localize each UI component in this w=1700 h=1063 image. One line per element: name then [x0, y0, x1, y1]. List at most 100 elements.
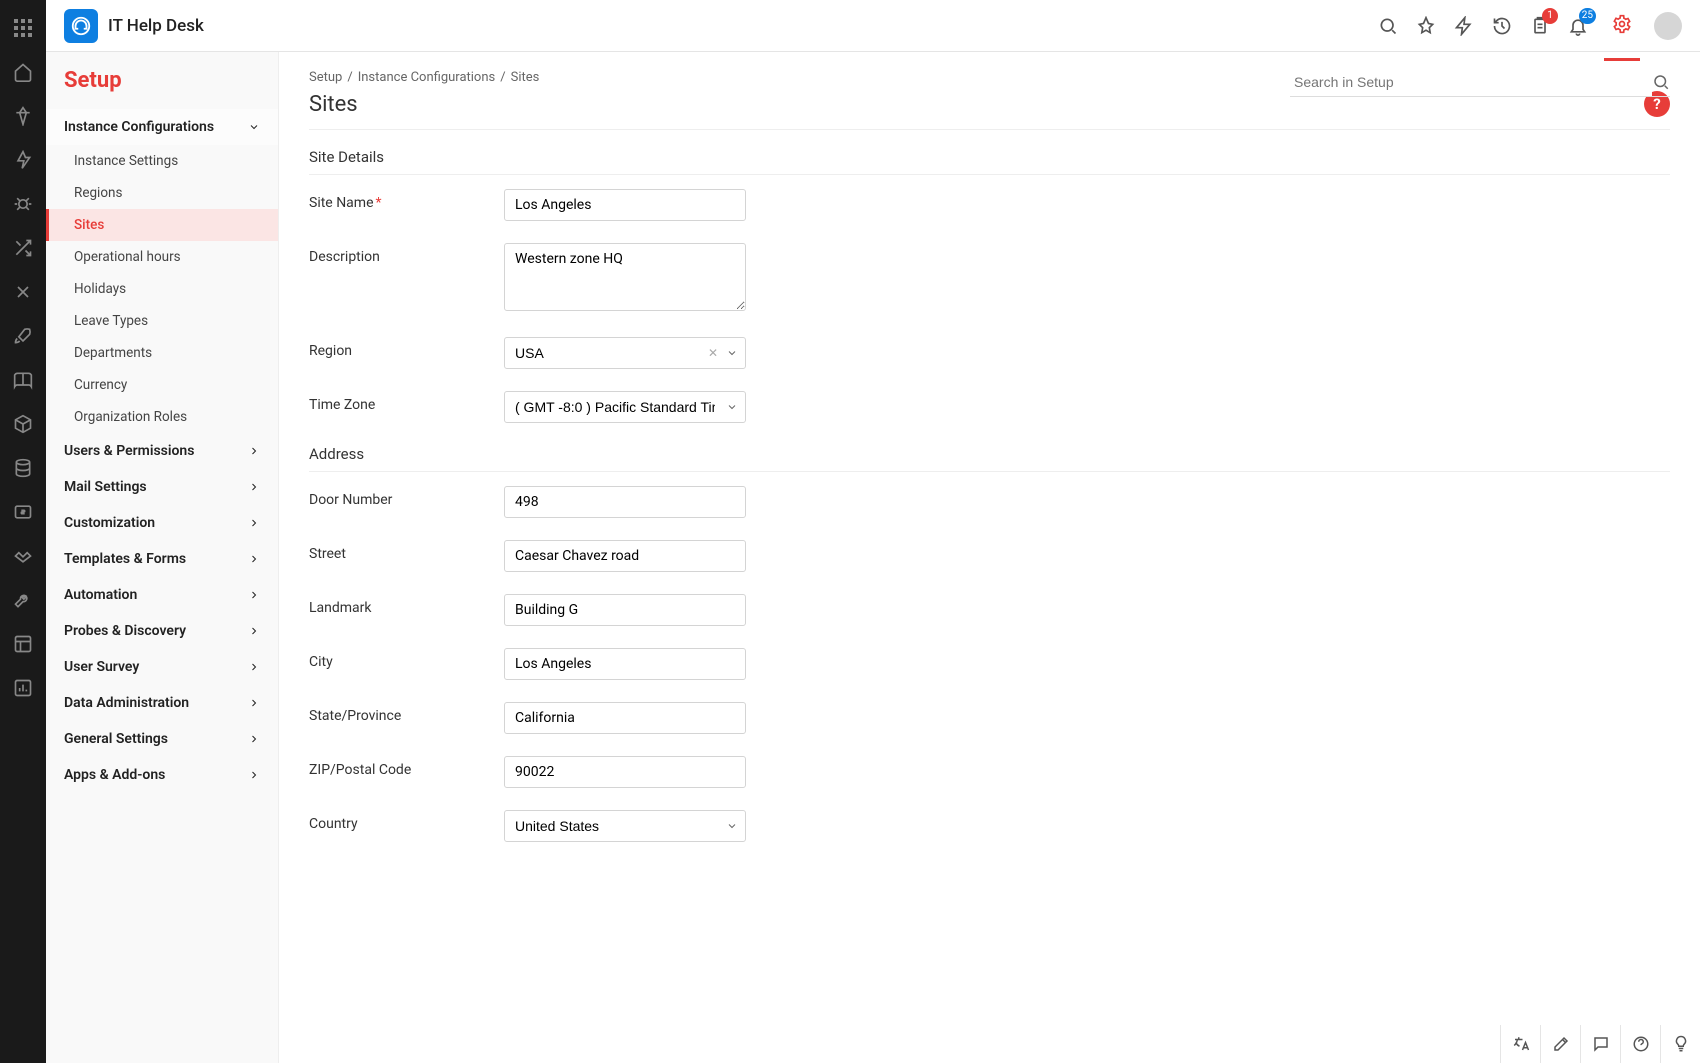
bulb-icon[interactable] — [1660, 1025, 1700, 1063]
tools-icon[interactable] — [12, 281, 34, 303]
sidebar-item-organization-roles[interactable]: Organization Roles — [46, 401, 278, 433]
database-icon[interactable] — [12, 457, 34, 479]
rocket-icon[interactable] — [12, 325, 34, 347]
zip-input[interactable] — [504, 756, 746, 788]
site-name-input[interactable] — [504, 189, 746, 221]
wrench-icon[interactable] — [12, 589, 34, 611]
sidebar-title: Setup — [46, 52, 278, 109]
nav-section-automation[interactable]: Automation — [46, 577, 278, 613]
bug-icon[interactable] — [12, 193, 34, 215]
layout-icon[interactable] — [12, 633, 34, 655]
label-landmark: Landmark — [309, 594, 504, 616]
nav-section-general-settings[interactable]: General Settings — [46, 721, 278, 757]
content-area: Setup / Instance Configurations / Sites … — [279, 52, 1700, 1063]
description-input[interactable] — [504, 243, 746, 311]
history-icon[interactable] — [1490, 14, 1514, 38]
nav-section-customization[interactable]: Customization — [46, 505, 278, 541]
label-description: Description — [309, 243, 504, 265]
setup-sidebar: Setup Instance Configurations Instance S… — [46, 52, 279, 1063]
street-input[interactable] — [504, 540, 746, 572]
section-site-details: Site Details — [309, 148, 1670, 166]
bolt-icon[interactable] — [1452, 14, 1476, 38]
sidebar-item-leave-types[interactable]: Leave Types — [46, 305, 278, 337]
book-icon[interactable] — [12, 369, 34, 391]
pin-top-icon[interactable] — [1414, 14, 1438, 38]
breadcrumb-instance-configurations[interactable]: Instance Configurations — [358, 70, 496, 85]
pin-icon[interactable] — [12, 149, 34, 171]
dollar-icon[interactable] — [12, 501, 34, 523]
bell-badge: 25 — [1579, 8, 1596, 24]
sidebar-item-sites[interactable]: Sites — [46, 209, 278, 241]
handshake-icon[interactable] — [12, 545, 34, 567]
edit-icon[interactable] — [1540, 1025, 1580, 1063]
clear-icon[interactable]: ✕ — [708, 346, 718, 360]
sidebar-item-instance-settings[interactable]: Instance Settings — [46, 145, 278, 177]
setup-search[interactable] — [1290, 68, 1670, 97]
state-input[interactable] — [504, 702, 746, 734]
clipboard-badge: 1 — [1542, 8, 1558, 24]
chevron-right-icon — [248, 589, 260, 601]
landmark-input[interactable] — [504, 594, 746, 626]
label-timezone: Time Zone — [309, 391, 504, 413]
chevron-right-icon — [248, 733, 260, 745]
nav-section-label: Automation — [64, 587, 137, 603]
language-icon[interactable] — [1500, 1025, 1540, 1063]
label-door: Door Number — [309, 486, 504, 508]
nav-section-data-administration[interactable]: Data Administration — [46, 685, 278, 721]
nav-section-label: User Survey — [64, 659, 139, 675]
cube-icon[interactable] — [12, 413, 34, 435]
sidebar-item-holidays[interactable]: Holidays — [46, 273, 278, 305]
sidebar-item-operational-hours[interactable]: Operational hours — [46, 241, 278, 273]
nav-section-probes-discovery[interactable]: Probes & Discovery — [46, 613, 278, 649]
chart-icon[interactable] — [12, 677, 34, 699]
chevron-right-icon — [248, 517, 260, 529]
sidebar-item-regions[interactable]: Regions — [46, 177, 278, 209]
breadcrumb-setup[interactable]: Setup — [309, 70, 342, 85]
chevron-right-icon — [248, 445, 260, 457]
nav-section-user-survey[interactable]: User Survey — [46, 649, 278, 685]
page-title: Sites — [309, 92, 358, 117]
nav-section-apps-addons[interactable]: Apps & Add-ons — [46, 757, 278, 793]
nav-section-label: Apps & Add-ons — [64, 767, 165, 783]
setup-search-input[interactable] — [1290, 68, 1652, 96]
shuffle-icon[interactable] — [12, 237, 34, 259]
nav-section-label: Templates & Forms — [64, 551, 186, 567]
label-city: City — [309, 648, 504, 670]
nav-section-users-permissions[interactable]: Users & Permissions — [46, 433, 278, 469]
nav-section-label: Instance Configurations — [64, 119, 214, 135]
left-rail — [0, 0, 46, 1063]
search-icon — [1652, 73, 1670, 91]
chevron-right-icon — [248, 661, 260, 673]
nav-section-mail-settings[interactable]: Mail Settings — [46, 469, 278, 505]
bell-icon[interactable]: 25 — [1566, 14, 1590, 38]
sidebar-item-departments[interactable]: Departments — [46, 337, 278, 369]
nav-section-label: Users & Permissions — [64, 443, 194, 459]
chat-icon[interactable] — [1580, 1025, 1620, 1063]
nav-section-templates-forms[interactable]: Templates & Forms — [46, 541, 278, 577]
avatar[interactable] — [1654, 12, 1682, 40]
diamond-icon[interactable] — [12, 105, 34, 127]
label-site-name: Site Name* — [309, 189, 504, 211]
chevron-right-icon — [248, 481, 260, 493]
sidebar-item-currency[interactable]: Currency — [46, 369, 278, 401]
timezone-select[interactable] — [504, 391, 746, 423]
door-input[interactable] — [504, 486, 746, 518]
section-address: Address — [309, 445, 1670, 463]
city-input[interactable] — [504, 648, 746, 680]
apps-icon[interactable] — [12, 17, 34, 39]
country-select[interactable] — [504, 810, 746, 842]
chevron-right-icon — [248, 553, 260, 565]
app-logo-icon — [64, 9, 98, 43]
region-select[interactable]: ✕ — [504, 337, 746, 369]
help-icon[interactable] — [1620, 1025, 1660, 1063]
home-icon[interactable] — [12, 61, 34, 83]
nav-section-label: Customization — [64, 515, 155, 531]
label-region: Region — [309, 337, 504, 359]
chevron-right-icon — [248, 697, 260, 709]
nav-section-label: General Settings — [64, 731, 168, 747]
search-icon[interactable] — [1376, 14, 1400, 38]
clipboard-icon[interactable]: 1 — [1528, 14, 1552, 38]
nav-section-instance-configurations[interactable]: Instance Configurations — [46, 109, 278, 145]
topbar: IT Help Desk 1 25 — [46, 0, 1700, 52]
label-country: Country — [309, 810, 504, 832]
